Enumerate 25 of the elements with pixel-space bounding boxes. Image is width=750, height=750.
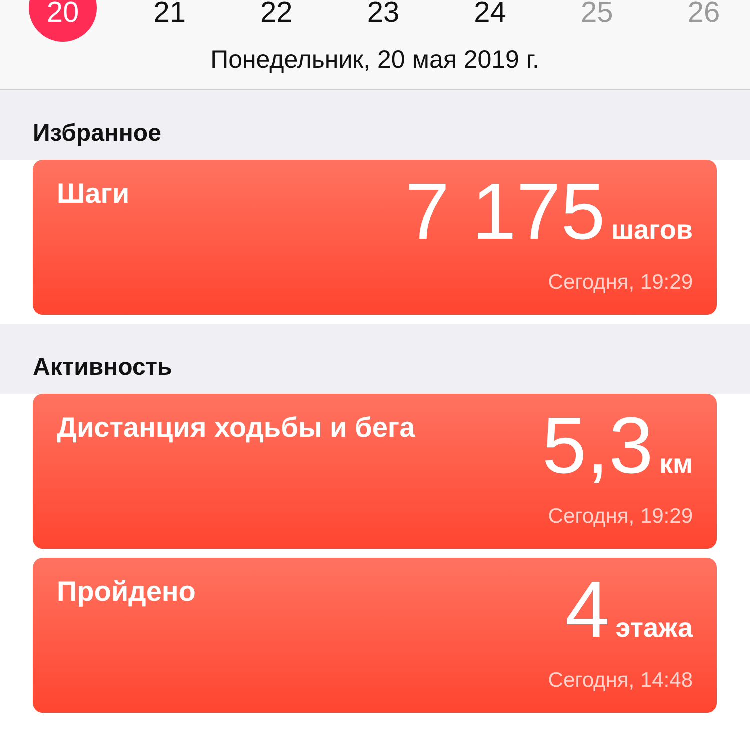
metric-time: Сегодня, 19:29 [547, 505, 693, 529]
day-button[interactable]: 24 [456, 0, 524, 42]
metric-value: 5,3 [542, 406, 654, 486]
metric-card[interactable]: Шаги 7 175 шагов Сегодня, 19:29 [33, 160, 717, 315]
metric-unit: км [660, 449, 693, 480]
day-button[interactable]: 23 [349, 0, 418, 42]
metric-title: Пройдено [57, 576, 196, 608]
metric-unit: шагов [611, 215, 693, 246]
metric-time: Сегодня, 19:29 [547, 271, 693, 295]
metric-card[interactable]: Пройдено 4 этажа Сегодня, 14:48 [33, 558, 717, 713]
section-title: Избранное [33, 120, 162, 147]
day-button[interactable]: 20 [29, 0, 97, 42]
metric-card[interactable]: Дистанция ходьбы и бега 5,3 км Сегодня, 19:29 [33, 394, 717, 549]
day-button[interactable]: 22 [242, 0, 311, 42]
metric-unit: этажа [616, 613, 693, 644]
metric-title: Шаги [57, 178, 130, 210]
metric-value: 7 175 [405, 172, 606, 252]
date-title: Понедельник, 20 мая 2019 г. [210, 46, 540, 75]
section-title: Активность [33, 354, 172, 381]
metric-time: Сегодня, 14:48 [547, 669, 693, 693]
day-button[interactable]: 21 [136, 0, 204, 42]
day-button[interactable]: 26 [670, 0, 738, 42]
metric-value: 4 [565, 570, 610, 650]
metric-title: Дистанция ходьбы и бега [57, 412, 416, 444]
day-button[interactable]: 25 [563, 0, 632, 42]
